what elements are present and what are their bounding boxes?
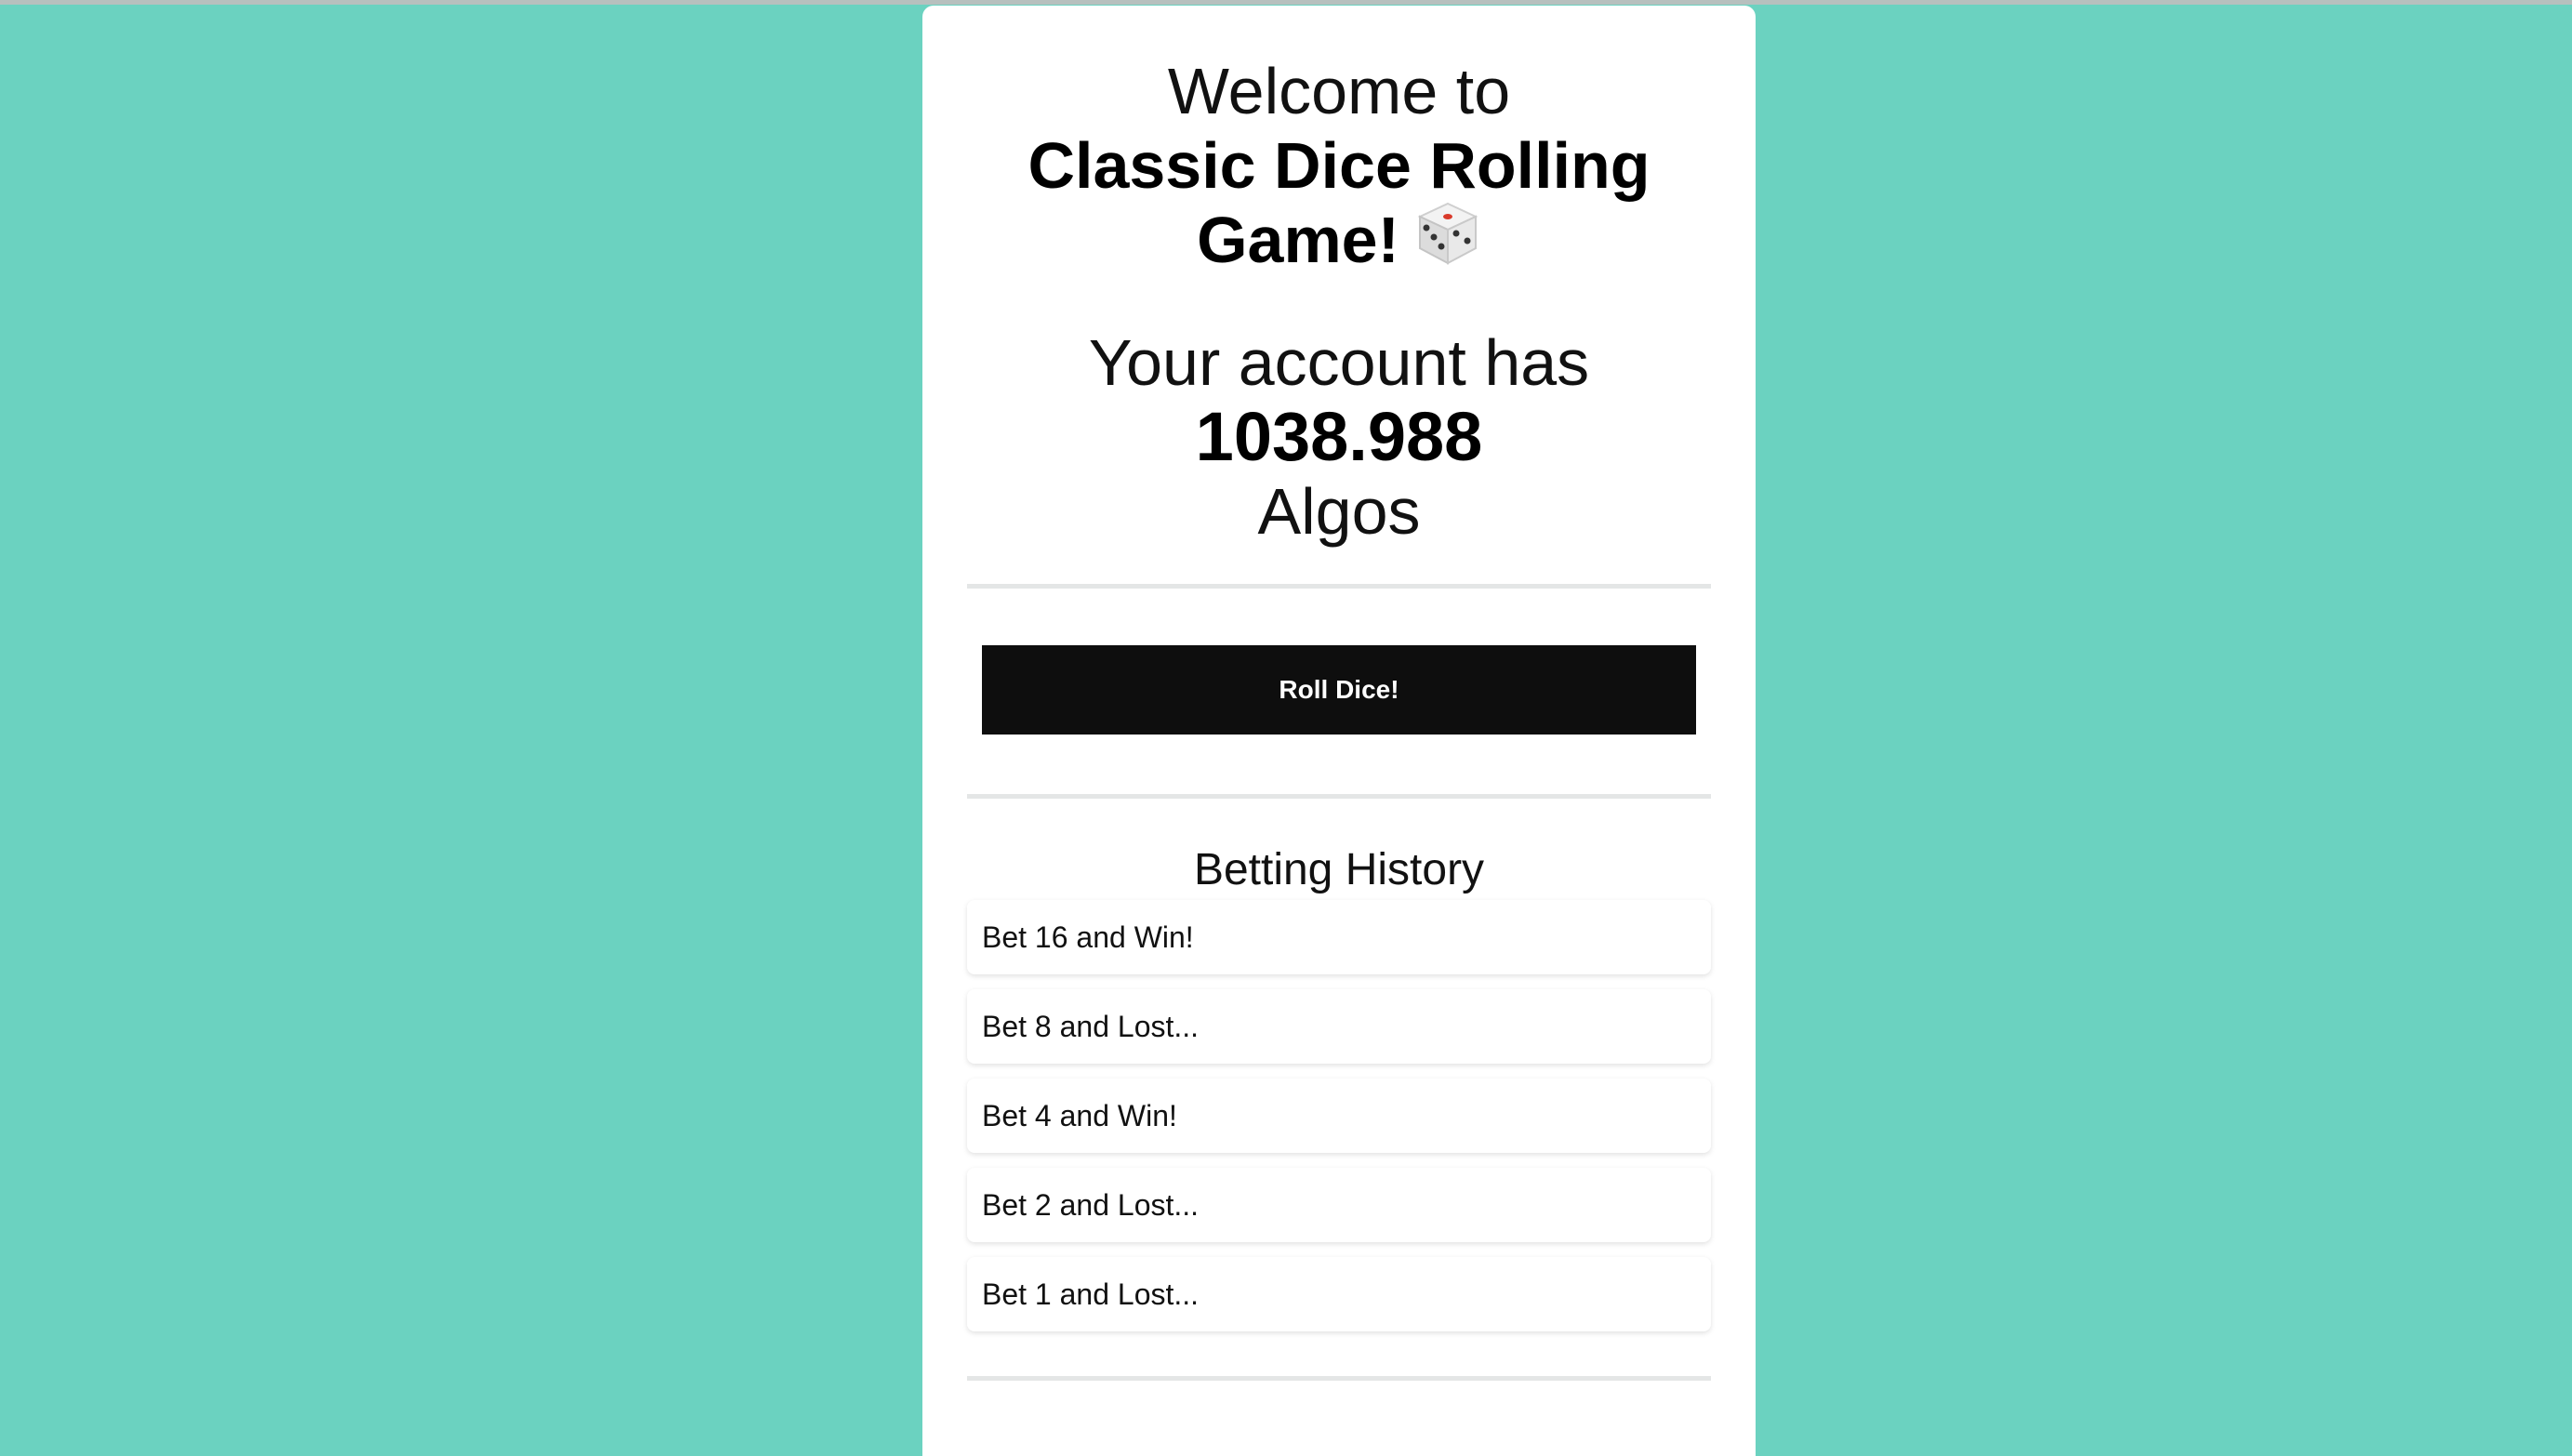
- top-border: [0, 0, 2572, 5]
- history-item: Bet 4 and Win!: [967, 1079, 1711, 1153]
- divider: [967, 794, 1711, 799]
- history-item: Bet 2 and Lost...: [967, 1168, 1711, 1242]
- account-label: Your account has: [1088, 326, 1590, 399]
- account-balance: 1038.988: [1195, 398, 1483, 475]
- game-title: Classic Dice Rolling Game!: [922, 128, 1756, 282]
- welcome-text: Welcome to: [1167, 55, 1511, 127]
- roll-dice-button[interactable]: Roll Dice!: [982, 645, 1696, 735]
- currency-label: Algos: [1257, 475, 1421, 548]
- history-item: Bet 1 and Lost...: [967, 1257, 1711, 1331]
- game-die-icon: [1414, 200, 1481, 282]
- betting-history-title: Betting History: [1193, 845, 1485, 894]
- history-item: Bet 16 and Win!: [967, 900, 1711, 974]
- history-item: Bet 8 and Lost...: [967, 989, 1711, 1064]
- divider: [967, 1376, 1711, 1381]
- game-title-text: Classic Dice Rolling Game!: [1027, 129, 1651, 276]
- game-card: Welcome to Classic Dice Rolling Game! Yo…: [922, 6, 1756, 1456]
- divider: [967, 584, 1711, 589]
